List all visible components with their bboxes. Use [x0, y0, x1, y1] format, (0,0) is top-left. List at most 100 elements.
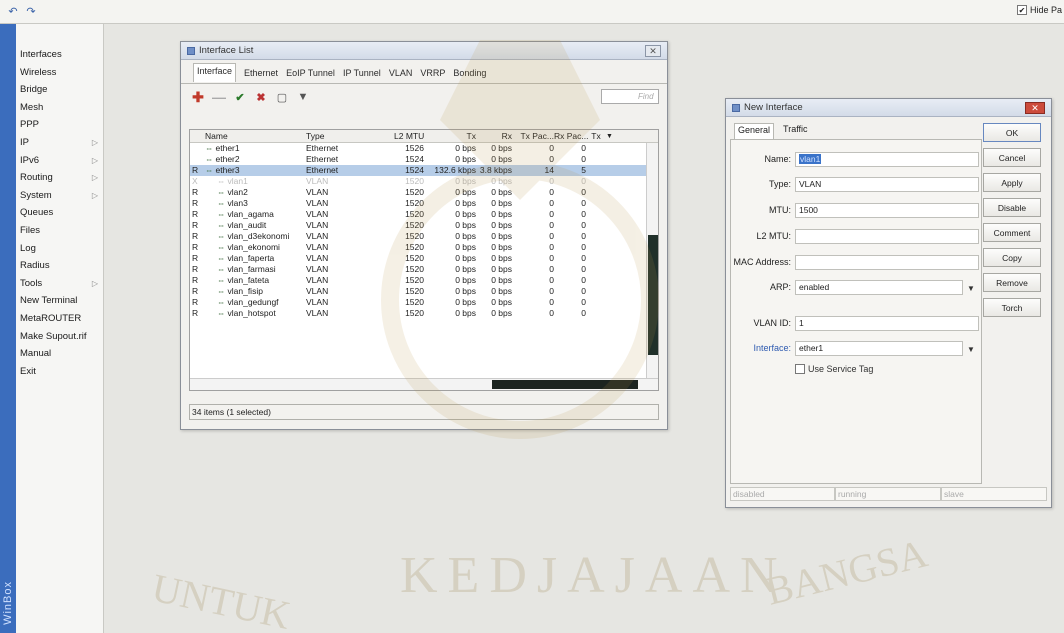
interface-table: Name Type L2 MTU Tx Rx Tx Pac... Rx Pac... Tx ▼ … — [189, 129, 659, 391]
menu-item[interactable]: Radius — [20, 257, 102, 275]
column-header[interactable]: Rx — [476, 130, 512, 142]
table-row[interactable]: ⇔ ether2 Ethernet 1524 0 bps 0 bps 0 0 — [190, 154, 658, 165]
dropdown-arrow-icon[interactable]: ▼ — [964, 281, 978, 296]
comment-button[interactable]: Comment — [983, 223, 1041, 242]
table-row[interactable]: R ⇔ vlan_gedungf VLAN 1520 0 bps 0 bps 0 0 — [190, 297, 658, 308]
table-row[interactable]: R ⇔ vlan2 VLAN 1520 0 bps 0 bps 0 0 — [190, 187, 658, 198]
column-header[interactable]: Tx Pac... — [512, 130, 554, 142]
redo-icon[interactable]: ↷ — [24, 5, 38, 19]
column-header[interactable]: Name — [202, 130, 306, 142]
menu-item[interactable]: Manual — [20, 345, 102, 363]
disable-icon[interactable]: ✖ — [252, 89, 270, 105]
comment-icon[interactable]: ▢ — [273, 89, 291, 105]
table-row[interactable]: R ⇔ vlan_fateta VLAN 1520 0 bps 0 bps 0 0 — [190, 275, 658, 286]
table-row[interactable]: R ⇔ vlan_audit VLAN 1520 0 bps 0 bps 0 0 — [190, 220, 658, 231]
cell-name: ⇔ vlan3 — [202, 198, 306, 209]
table-row[interactable]: R ⇔ vlan_hotspot VLAN 1520 0 bps 0 bps 0 0 — [190, 308, 658, 319]
menu-item[interactable]: Exit — [20, 363, 102, 381]
menu-item[interactable]: PPP — [20, 116, 102, 134]
service-tag-option[interactable]: Use Service Tag — [795, 364, 873, 374]
tab-vlan[interactable]: VLAN — [389, 66, 413, 83]
vlan-id-field[interactable]: 1 — [795, 316, 979, 331]
interface-list-titlebar[interactable]: Interface List — [181, 42, 667, 60]
menu-item[interactable]: Interfaces — [20, 46, 102, 64]
copy-button[interactable]: Copy — [983, 248, 1041, 267]
menu-item[interactable]: Tools ▷ — [20, 275, 102, 293]
remove-button[interactable]: Remove — [983, 273, 1041, 292]
service-tag-checkbox[interactable] — [795, 364, 805, 374]
disable-button[interactable]: Disable — [983, 198, 1041, 217]
mac-field[interactable] — [795, 255, 979, 270]
table-row[interactable]: R ⇔ vlan_agama VLAN 1520 0 bps 0 bps 0 0 — [190, 209, 658, 220]
menu-item[interactable]: System ▷ — [20, 187, 102, 205]
tab-ip-tunnel[interactable]: IP Tunnel — [343, 66, 381, 83]
column-header[interactable]: L2 MTU — [394, 130, 424, 142]
tab-eoip-tunnel[interactable]: EoIP Tunnel — [286, 66, 335, 83]
cell-name-text: vlan1 — [227, 176, 248, 186]
table-row[interactable]: R ⇔ vlan_farmasi VLAN 1520 0 bps 0 bps 0 0 — [190, 264, 658, 275]
cancel-button[interactable]: Cancel — [983, 148, 1041, 167]
dropdown-arrow-icon[interactable]: ▼ — [964, 342, 978, 357]
hide-passwords-checkbox[interactable]: ✔ — [1016, 5, 1027, 15]
ok-button[interactable]: OK — [983, 123, 1041, 142]
close-icon[interactable]: ✕ — [1025, 102, 1045, 114]
menu-item[interactable]: IP ▷ — [20, 134, 102, 152]
table-row[interactable]: ⇔ ether1 Ethernet 1526 0 bps 0 bps 0 0 — [190, 143, 658, 154]
vertical-scrollbar[interactable] — [646, 143, 658, 379]
menu-item[interactable]: Wireless — [20, 64, 102, 82]
cell-tx: 0 bps — [455, 187, 476, 197]
table-row[interactable]: R ⇔ vlan_ekonomi VLAN 1520 0 bps 0 bps 0 0 — [190, 242, 658, 253]
menu-item[interactable]: Files — [20, 222, 102, 240]
table-row[interactable]: X ⇔ vlan1 VLAN 1520 0 bps 0 bps 0 0 — [190, 176, 658, 187]
horizontal-scroll-thumb[interactable] — [492, 380, 638, 389]
tab-traffic[interactable]: Traffic — [780, 123, 811, 139]
table-row[interactable]: R ⇔ vlan_fisip VLAN 1520 0 bps 0 bps 0 0 — [190, 286, 658, 297]
interface-icon: ⇔ — [205, 154, 214, 164]
menu-item[interactable]: IPv6 ▷ — [20, 152, 102, 170]
column-header[interactable]: Tx — [424, 130, 476, 142]
table-row[interactable]: R ⇔ vlan3 VLAN 1520 0 bps 0 bps 0 0 — [190, 198, 658, 209]
apply-button[interactable]: Apply — [983, 173, 1041, 192]
interface-icon: ⇔ — [217, 231, 226, 241]
filter-icon[interactable]: ▼ — [294, 89, 312, 105]
column-header[interactable]: Type — [306, 130, 394, 142]
menu-item[interactable]: MetaROUTER — [20, 310, 102, 328]
column-header[interactable] — [190, 130, 202, 142]
close-icon[interactable]: ✕ — [645, 45, 661, 57]
interface-select[interactable]: ether1 ▼ — [795, 341, 975, 356]
column-header[interactable]: Tx — [586, 130, 606, 142]
new-interface-titlebar[interactable]: New Interface — [726, 99, 1051, 117]
torch-button[interactable]: Torch — [983, 298, 1041, 317]
column-header[interactable]: Rx Pac... — [554, 130, 588, 142]
l2mtu-field[interactable] — [795, 229, 979, 244]
horizontal-scrollbar[interactable] — [190, 378, 658, 390]
tab-general[interactable]: General — [734, 123, 775, 139]
add-icon[interactable]: ✚ — [189, 89, 207, 105]
table-row[interactable]: R ⇔ vlan_d3ekonomi VLAN 1520 0 bps 0 bps 0 0 — [190, 231, 658, 242]
menu-item[interactable]: Log — [20, 240, 102, 258]
find-input[interactable]: Find — [601, 89, 659, 104]
menu-item[interactable]: New Terminal — [20, 292, 102, 310]
cell-txp: 0 — [549, 242, 554, 252]
tab-bonding[interactable]: Bonding — [453, 66, 486, 83]
hide-passwords-toggle[interactable]: ✔ Hide Pa — [1016, 5, 1062, 15]
undo-icon[interactable]: ↶ — [6, 5, 20, 19]
menu-item[interactable]: Make Supout.rif — [20, 328, 102, 346]
mtu-field[interactable]: 1500 — [795, 203, 979, 218]
menu-item[interactable]: Mesh — [20, 99, 102, 117]
menu-item[interactable]: Queues — [20, 204, 102, 222]
vertical-scroll-thumb[interactable] — [648, 235, 658, 355]
enable-icon[interactable]: ✔ — [231, 89, 249, 105]
remove-icon[interactable]: — — [210, 89, 228, 105]
table-row[interactable]: R ⇔ ether3 Ethernet 1524 132.6 kbps 3.8 kbps 14… — [190, 165, 658, 176]
tab-ethernet[interactable]: Ethernet — [244, 66, 278, 83]
table-row[interactable]: R ⇔ vlan_faperta VLAN 1520 0 bps 0 bps 0 0 — [190, 253, 658, 264]
menu-item[interactable]: Routing ▷ — [20, 169, 102, 187]
name-field[interactable]: vlan1 — [795, 152, 979, 167]
interface-label[interactable]: Interface: — [753, 343, 791, 353]
column-menu-icon[interactable]: ▼ — [606, 130, 613, 142]
tab-vrrp[interactable]: VRRP — [420, 66, 445, 83]
tab-interface[interactable]: Interface — [193, 63, 237, 82]
arp-select[interactable]: enabled ▼ — [795, 280, 975, 295]
menu-item[interactable]: Bridge — [20, 81, 102, 99]
